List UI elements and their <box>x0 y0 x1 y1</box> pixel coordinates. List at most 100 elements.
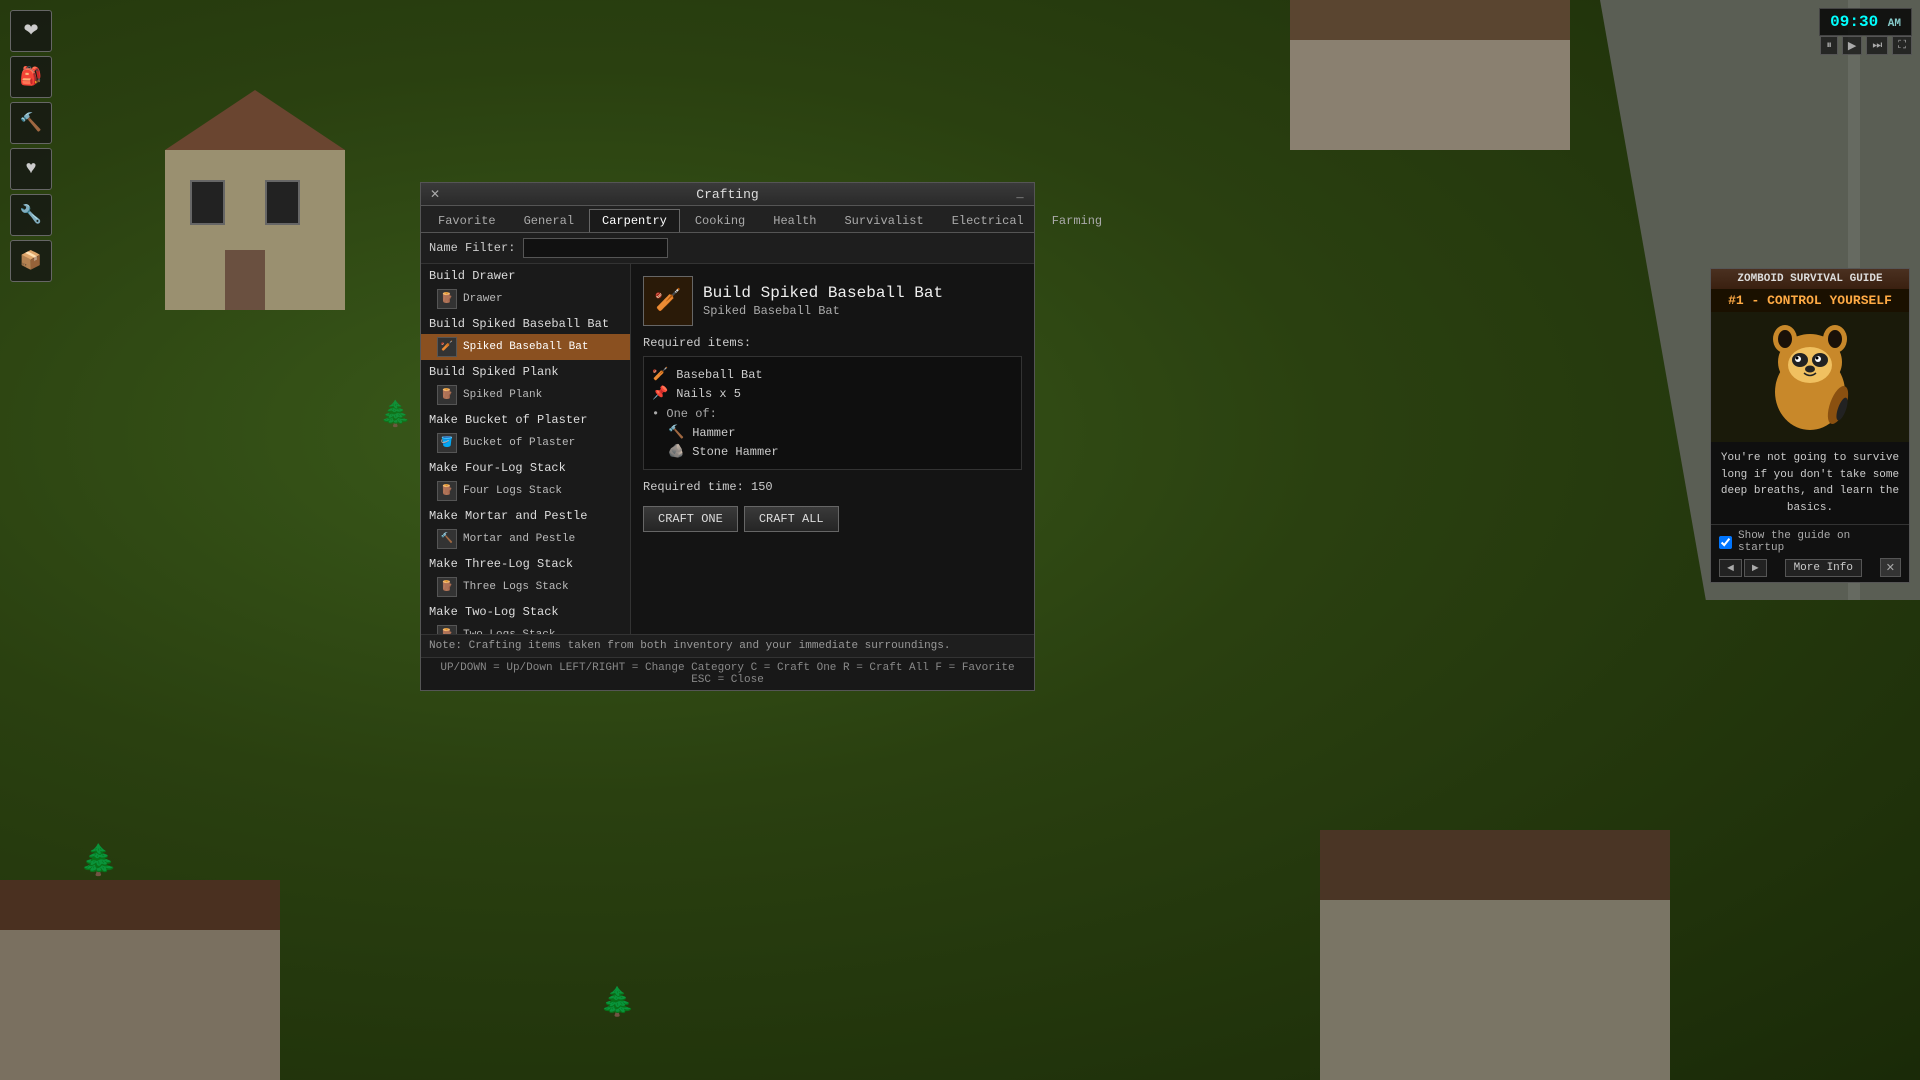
tree1: 🌲 <box>80 843 117 880</box>
building-bottomright <box>1320 830 1670 1080</box>
media-controls: ⏸ ▶ ⏭ ⛶ <box>1820 36 1912 55</box>
recipe-icon-three-logs: 🪵 <box>437 577 457 597</box>
tabs-row: Favorite General Carpentry Cooking Healt… <box>421 206 1034 233</box>
tab-farming[interactable]: Farming <box>1039 209 1115 232</box>
req-label-hammer: Hammer <box>692 426 735 440</box>
craft-all-button[interactable]: CRAFT ALL <box>744 506 839 532</box>
hud-icon-crafting[interactable]: 🔨 <box>10 102 52 144</box>
category-mortar-pestle[interactable]: Make Mortar and Pestle <box>421 504 630 526</box>
building-topright <box>1290 0 1570 150</box>
category-three-log-stack[interactable]: Make Three-Log Stack <box>421 552 630 574</box>
category-build-spiked-bat[interactable]: Build Spiked Baseball Bat <box>421 312 630 334</box>
recipe-label-drawer: Drawer <box>463 293 503 305</box>
guide-bottom-row: ◄ ► More Info ✕ <box>1719 558 1901 577</box>
req-label-stone-hammer: Stone Hammer <box>692 445 778 459</box>
window-controls: ✕ <box>427 186 443 202</box>
recipe-label-mortar: Mortar and Pestle <box>463 533 575 545</box>
requirements-box: 🏏 Baseball Bat 📌 Nails x 5 • One of: 🔨 H… <box>643 356 1022 470</box>
guide-close-button[interactable]: ✕ <box>1880 558 1901 577</box>
guide-title: ZOMBOID SURVIVAL GUIDE <box>1711 269 1909 289</box>
hud-icons-container: ❤ 🎒 🔨 ♥ 🔧 📦 <box>10 10 52 282</box>
req-label-nails: Nails x 5 <box>676 387 741 401</box>
category-two-log-stack[interactable]: Make Two-Log Stack <box>421 600 630 622</box>
media-fast[interactable]: ⏭ <box>1866 36 1888 55</box>
building-topleft <box>165 90 345 310</box>
category-build-spiked-plank[interactable]: Build Spiked Plank <box>421 360 630 382</box>
req-nails: 📌 Nails x 5 <box>652 384 1013 403</box>
detail-item-icon: 🏏 <box>643 276 693 326</box>
recipe-icon-spiked-plank: 🪵 <box>437 385 457 405</box>
recipe-mortar[interactable]: 🔨 Mortar and Pestle <box>421 526 630 552</box>
raccoon-illustration <box>1750 317 1870 437</box>
hud-icon-heart2[interactable]: ♥ <box>10 148 52 190</box>
recipe-icon-bucket-plaster: 🪣 <box>437 433 457 453</box>
required-items-label: Required items: <box>643 336 1022 350</box>
content-row: Build Drawer 🪵 Drawer Build Spiked Baseb… <box>421 264 1034 634</box>
detail-panel: 🏏 Build Spiked Baseball Bat Spiked Baseb… <box>631 264 1034 634</box>
show-guide-checkbox[interactable] <box>1719 536 1732 549</box>
recipe-spiked-plank[interactable]: 🪵 Spiked Plank <box>421 382 630 408</box>
tree5: 🌲 <box>600 985 635 1020</box>
more-info-button[interactable]: More Info <box>1785 559 1862 577</box>
recipe-label-four-logs: Four Logs Stack <box>463 485 562 497</box>
tab-favorite[interactable]: Favorite <box>425 209 509 232</box>
tab-carpentry[interactable]: Carpentry <box>589 209 680 232</box>
hud-icon-health[interactable]: ❤ <box>10 10 52 52</box>
media-pause[interactable]: ⏸ <box>1820 36 1838 55</box>
hud-icon-bag[interactable]: 🎒 <box>10 56 52 98</box>
craft-one-button[interactable]: CRAFT ONE <box>643 506 738 532</box>
one-of-label: • One of: <box>652 403 1013 423</box>
window-minimize-button[interactable]: _ <box>1012 186 1028 202</box>
req-icon-stone-hammer: 🪨 <box>668 444 684 459</box>
media-expand[interactable]: ⛶ <box>1892 36 1912 55</box>
detail-title: Build Spiked Baseball Bat <box>703 284 943 302</box>
recipe-two-logs[interactable]: 🪵 Two Logs Stack <box>421 622 630 634</box>
name-filter-input[interactable] <box>523 238 668 258</box>
recipe-drawer[interactable]: 🪵 Drawer <box>421 286 630 312</box>
guide-text: You're not going to survive long if you … <box>1711 442 1909 524</box>
tree2: 🌲 <box>380 400 411 430</box>
guide-prev-button[interactable]: ◄ <box>1719 559 1742 577</box>
craft-buttons: CRAFT ONE CRAFT ALL <box>643 506 1022 532</box>
hud-icon-wrench[interactable]: 🔧 <box>10 194 52 236</box>
bottom-note: Note: Crafting items taken from both inv… <box>421 634 1034 657</box>
recipe-three-logs[interactable]: 🪵 Three Logs Stack <box>421 574 630 600</box>
game-clock: 09:30 AM <box>1819 8 1912 36</box>
guide-number: #1 - CONTROL YOURSELF <box>1711 289 1909 312</box>
building-bottomleft <box>0 880 280 1080</box>
hud-icon-box[interactable]: 📦 <box>10 240 52 282</box>
show-guide-row: Show the guide on startup <box>1719 530 1901 554</box>
media-play[interactable]: ▶ <box>1842 36 1862 55</box>
recipe-icon-four-logs: 🪵 <box>437 481 457 501</box>
tab-health[interactable]: Health <box>760 209 829 232</box>
hotkeys-bar: UP/DOWN = Up/Down LEFT/RIGHT = Change Ca… <box>421 657 1034 690</box>
recipe-icon-drawer: 🪵 <box>437 289 457 309</box>
category-four-log-stack[interactable]: Make Four-Log Stack <box>421 456 630 478</box>
req-baseball-bat: 🏏 Baseball Bat <box>652 365 1013 384</box>
guide-nav: ◄ ► <box>1719 559 1767 577</box>
detail-title-group: Build Spiked Baseball Bat Spiked Basebal… <box>703 284 943 318</box>
category-build-drawer[interactable]: Build Drawer <box>421 264 630 286</box>
req-hammer: 🔨 Hammer <box>652 423 1013 442</box>
recipe-bucket-plaster[interactable]: 🪣 Bucket of Plaster <box>421 430 630 456</box>
tab-electrical[interactable]: Electrical <box>939 209 1037 232</box>
req-icon-bat: 🏏 <box>652 367 668 382</box>
req-icon-nails: 📌 <box>652 386 668 401</box>
clock-time: 09:30 <box>1830 13 1878 31</box>
recipe-icon-two-logs: 🪵 <box>437 625 457 634</box>
recipe-label-bucket-plaster: Bucket of Plaster <box>463 437 575 449</box>
category-bucket-plaster[interactable]: Make Bucket of Plaster <box>421 408 630 430</box>
window-close-button[interactable]: ✕ <box>427 186 443 202</box>
crafting-window: ✕ Crafting _ Favorite General Carpentry … <box>420 182 1035 691</box>
recipe-four-logs[interactable]: 🪵 Four Logs Stack <box>421 478 630 504</box>
guide-next-button[interactable]: ► <box>1744 559 1767 577</box>
recipe-spiked-bat[interactable]: 🏏 Spiked Baseball Bat <box>421 334 630 360</box>
window-titlebar: ✕ Crafting _ <box>421 183 1034 206</box>
tab-survivalist[interactable]: Survivalist <box>831 209 936 232</box>
recipe-label-three-logs: Three Logs Stack <box>463 581 569 593</box>
survival-guide-panel: ZOMBOID SURVIVAL GUIDE #1 - CONTROL YOUR… <box>1710 268 1910 583</box>
name-filter-label: Name Filter: <box>429 241 515 255</box>
tab-cooking[interactable]: Cooking <box>682 209 758 232</box>
tab-general[interactable]: General <box>511 209 587 232</box>
req-label-bat: Baseball Bat <box>676 368 762 382</box>
